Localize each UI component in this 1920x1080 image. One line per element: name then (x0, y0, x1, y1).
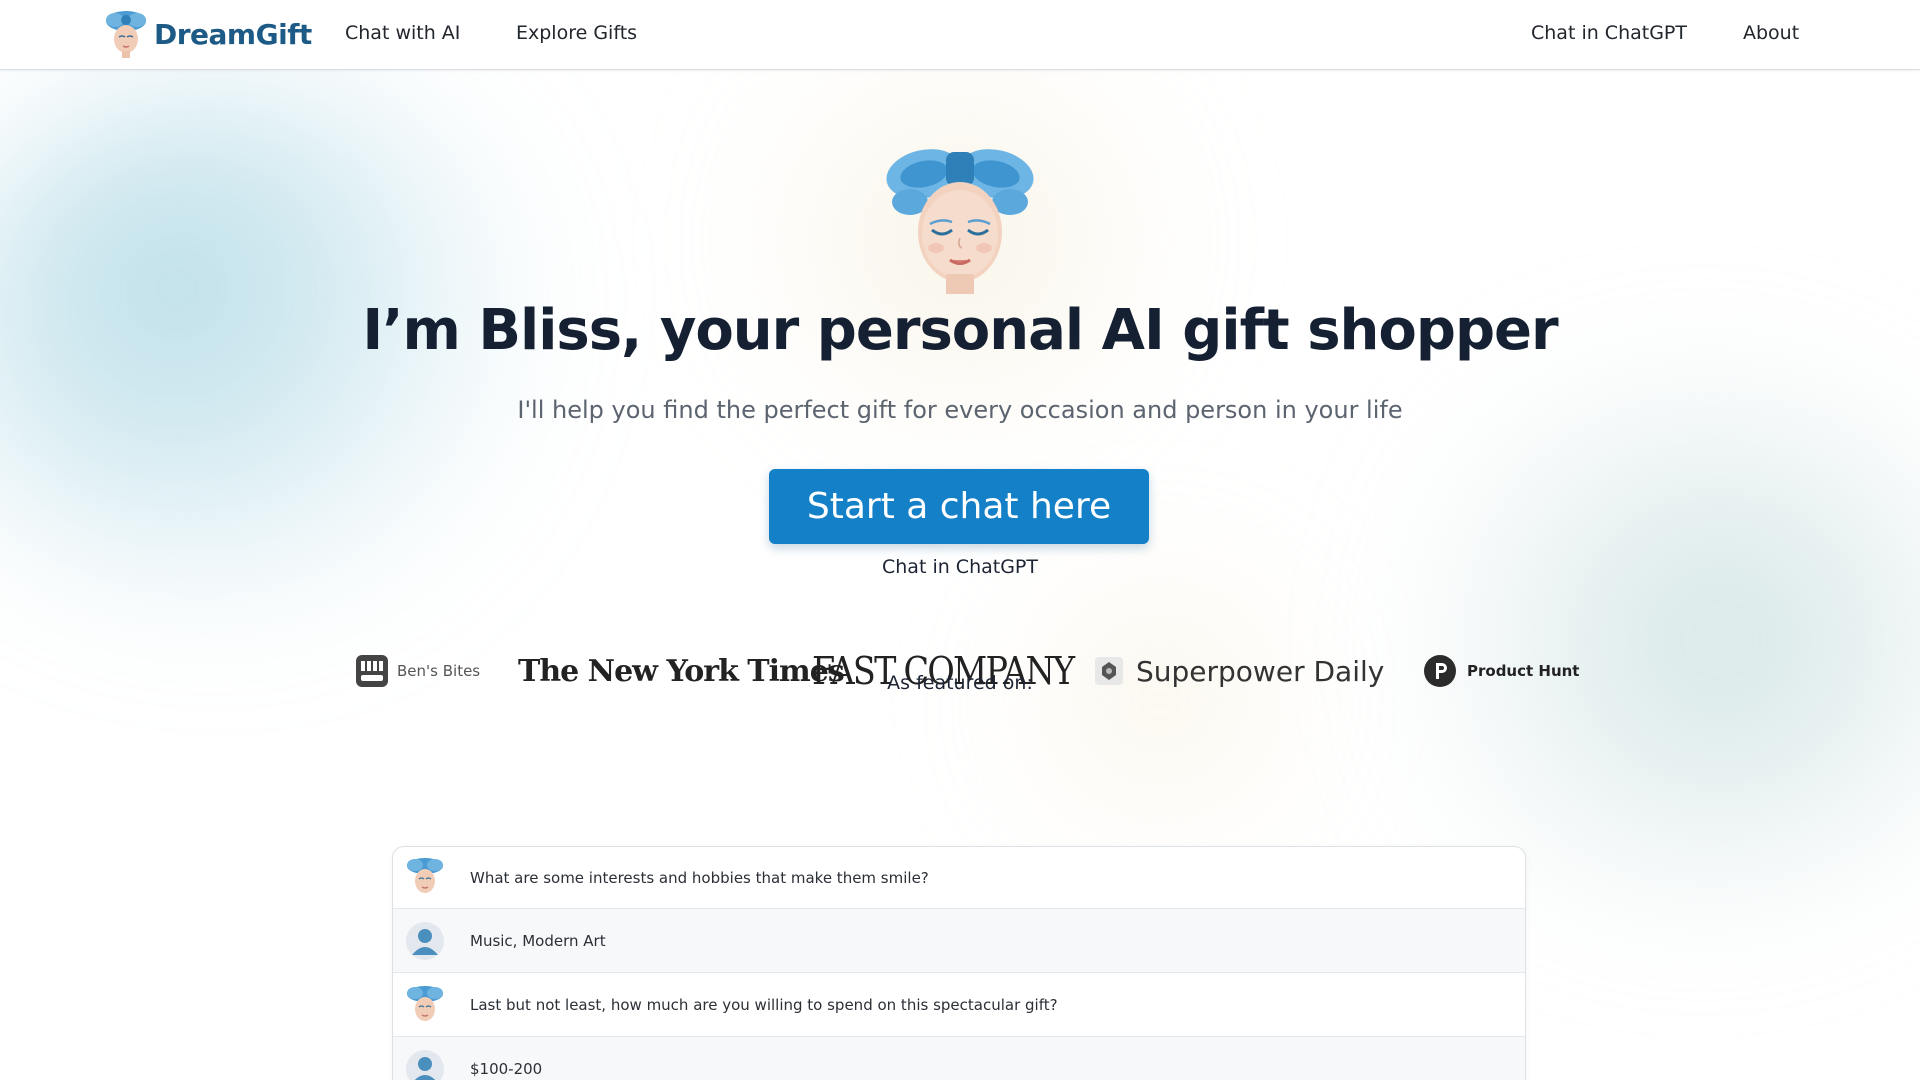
bliss-avatar-icon (106, 11, 146, 58)
nav-link-about[interactable]: About (1743, 22, 1799, 44)
chat-message-text: What are some interests and hobbies that… (470, 868, 929, 887)
bliss-avatar-image (886, 149, 1034, 294)
chat-preview-panel: What are some interests and hobbies that… (392, 846, 1526, 1080)
chat-in-chatgpt-link[interactable]: Chat in ChatGPT (0, 556, 1920, 578)
brand-logo-link[interactable]: DreamGift (104, 9, 312, 59)
chat-message-user: Music, Modern Art (393, 909, 1525, 973)
top-nav-bar: DreamGift Chat with AI Explore Gifts Cha… (0, 0, 1920, 70)
background-blob (980, 560, 1340, 840)
nav-link-chat-with-ai[interactable]: Chat with AI (345, 22, 460, 44)
user-avatar-icon (406, 1050, 444, 1080)
featured-label: As featured on: (887, 672, 1033, 694)
chat-message-text: Last but not least, how much are you wil… (470, 995, 1058, 1014)
brand-name: DreamGift (154, 17, 312, 51)
background-blob (1380, 380, 1920, 900)
chat-message-text: $100-200 (470, 1059, 543, 1078)
hero-subtitle: I'll help you find the perfect gift for … (517, 396, 1403, 424)
chat-message-assistant: Last but not least, how much are you wil… (393, 973, 1525, 1037)
start-chat-button[interactable]: Start a chat here (769, 469, 1149, 544)
chat-message-text: Music, Modern Art (470, 931, 606, 950)
bliss-avatar-icon (407, 858, 443, 893)
hero-title: I’m Bliss, your personal AI gift shopper (362, 298, 1558, 363)
nav-link-explore-gifts[interactable]: Explore Gifts (516, 22, 637, 44)
chat-message-assistant: What are some interests and hobbies that… (393, 847, 1525, 909)
bliss-avatar-icon (407, 986, 443, 1021)
user-avatar-icon (406, 922, 444, 960)
chat-message-user: $100-200 (393, 1037, 1525, 1080)
nav-link-chat-in-chatgpt[interactable]: Chat in ChatGPT (1531, 22, 1687, 44)
